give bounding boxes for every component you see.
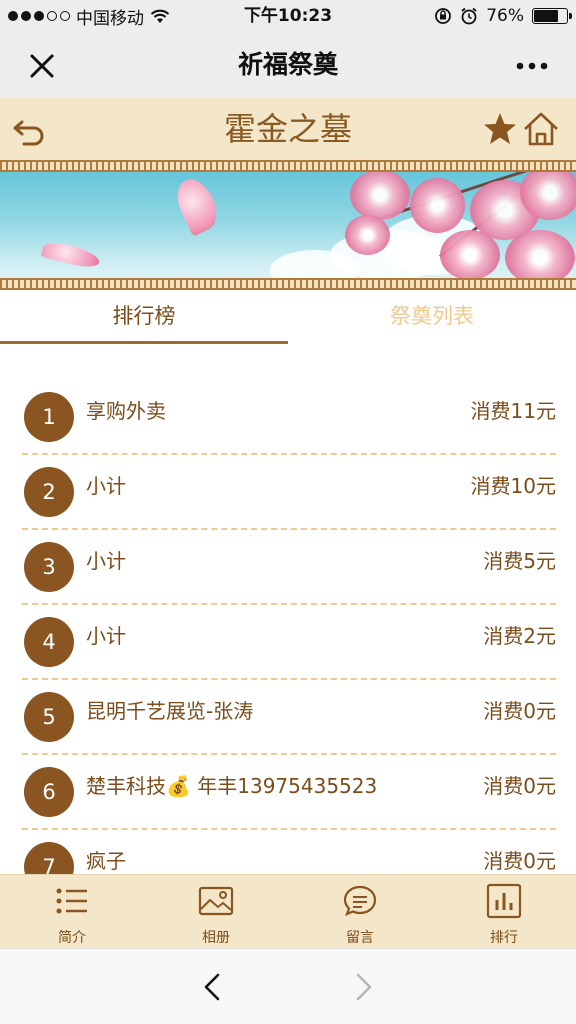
bottom-tab-intro[interactable]: 简介 [0, 875, 144, 949]
list-item[interactable]: 6 楚丰科技💰 年丰13975435523 消费0元 [22, 755, 556, 830]
rank-number: 6 [24, 767, 74, 817]
donation-amount: 消费5元 [483, 549, 556, 573]
donor-name: 享购外卖 [86, 399, 166, 423]
bottom-tab-label: 排行 [490, 930, 518, 946]
bottom-tab-label: 简介 [58, 930, 86, 946]
battery-level [534, 10, 559, 22]
ranking-list: 1 享购外卖 消费11元 2 小计 消费10元 3 小计 消费5元 4 小计 消… [22, 380, 556, 874]
donor-name: 小计 [86, 474, 126, 498]
donation-amount: 消费0元 [483, 774, 556, 798]
donor-name: 小计 [86, 549, 126, 573]
chevron-right-icon[interactable] [346, 967, 382, 1007]
list-item[interactable]: 7 疯子 消费0元 [22, 830, 556, 874]
list-item[interactable]: 2 小计 消费10元 [22, 455, 556, 530]
banner-border-bottom [0, 278, 576, 290]
donation-amount: 消费11元 [470, 399, 556, 423]
list-item[interactable]: 4 小计 消费2元 [22, 605, 556, 680]
donation-amount: 消费0元 [483, 849, 556, 873]
list-item[interactable]: 1 享购外卖 消费11元 [22, 380, 556, 455]
star-icon[interactable] [482, 111, 518, 147]
tab-memorial-list[interactable]: 祭奠列表 [288, 290, 576, 344]
bottom-tab-album[interactable]: 相册 [144, 875, 288, 949]
list-icon [56, 888, 87, 914]
rank-number: 3 [24, 542, 74, 592]
tab-bar: 排行榜 祭奠列表 [0, 290, 576, 344]
list-item[interactable]: 5 昆明千艺展览-张涛 消费0元 [22, 680, 556, 755]
rank-number: 7 [24, 842, 74, 874]
donor-name: 疯子 [86, 849, 126, 873]
status-bar: 中国移动 下午10:23 76% [0, 0, 576, 32]
nav-title: 祈福祭奠 [237, 50, 338, 79]
donation-amount: 消费10元 [470, 474, 556, 498]
battery-icon [532, 8, 572, 24]
banner-image [0, 160, 576, 290]
browser-nav-bar [0, 948, 576, 1024]
chevron-left-icon[interactable] [194, 967, 230, 1007]
rank-number: 5 [24, 692, 74, 742]
list-item[interactable]: 3 小计 消费5元 [22, 530, 556, 605]
rank-number: 1 [24, 392, 74, 442]
top-nav-bar: 祈福祭奠 [0, 32, 576, 98]
battery-percent: 76% [486, 6, 524, 26]
page-header: 霍金之墓 [0, 98, 576, 160]
bottom-tab-messages[interactable]: 留言 [288, 875, 432, 949]
bottom-tab-bar: 简介 相册 留言 排行 [0, 874, 576, 948]
donor-name: 昆明千艺展览-张涛 [86, 699, 254, 723]
chat-bubble-icon [343, 885, 377, 916]
banner-border-top [0, 160, 576, 172]
rank-number: 2 [24, 467, 74, 517]
bottom-tab-ranking[interactable]: 排行 [432, 875, 576, 949]
donor-name: 小计 [86, 624, 126, 648]
donation-amount: 消费2元 [483, 624, 556, 648]
alarm-icon [461, 7, 477, 25]
tab-ranking[interactable]: 排行榜 [0, 290, 288, 344]
status-right: 76% [434, 0, 572, 32]
donor-name: 楚丰科技💰 年丰13975435523 [86, 774, 378, 798]
home-icon[interactable] [522, 110, 560, 148]
bottom-tab-label: 留言 [346, 930, 374, 946]
rank-number: 4 [24, 617, 74, 667]
more-icon[interactable] [512, 46, 552, 86]
donation-amount: 消费0元 [483, 699, 556, 723]
bottom-tab-label: 相册 [202, 930, 230, 946]
orientation-lock-icon [435, 8, 452, 24]
image-icon [198, 886, 234, 916]
bar-chart-icon [486, 883, 522, 919]
